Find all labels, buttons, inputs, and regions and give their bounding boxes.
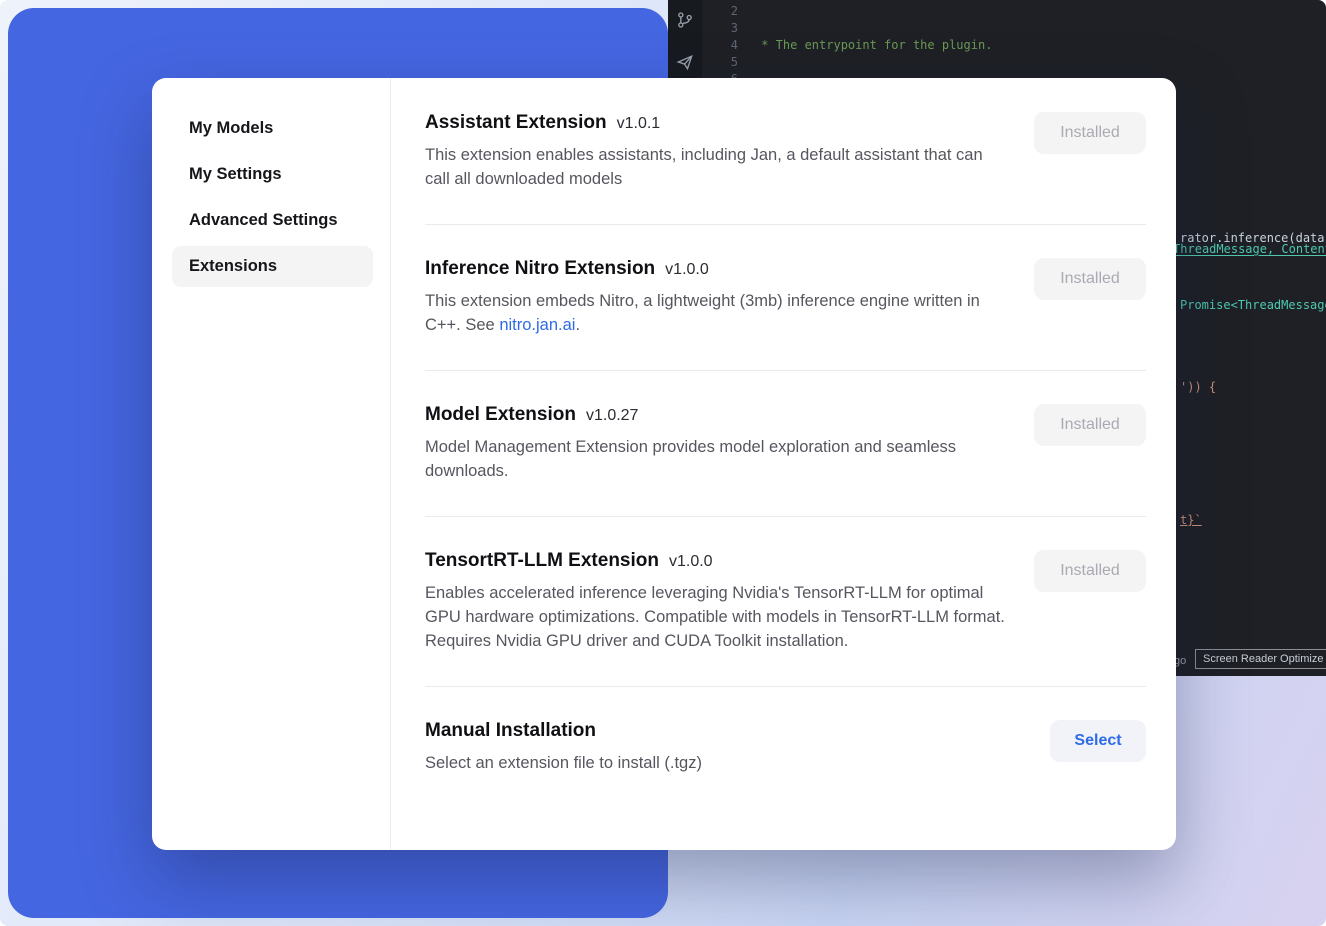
extensions-list: Assistant Extension v1.0.1 This extension… <box>391 78 1176 850</box>
code-fragment: Promise<ThreadMessage> <box>1180 297 1326 313</box>
settings-modal: My Models My Settings Advanced Settings … <box>152 78 1176 850</box>
extension-title: Inference Nitro Extension <box>425 258 655 279</box>
extension-description: Model Management Extension provides mode… <box>425 435 1010 483</box>
extension-description: Select an extension file to install (.tg… <box>425 751 702 775</box>
sidebar-item-advanced-settings[interactable]: Advanced Settings <box>172 200 373 241</box>
sidebar-item-my-models[interactable]: My Models <box>172 108 373 149</box>
sidebar-item-my-settings[interactable]: My Settings <box>172 154 373 195</box>
extension-description: This extension enables assistants, inclu… <box>425 143 1010 191</box>
extension-item-assistant: Assistant Extension v1.0.1 This extension… <box>425 112 1146 224</box>
extension-description: This extension embeds Nitro, a lightweig… <box>425 289 1010 337</box>
line-number: 3 <box>712 20 738 37</box>
sidebar-item-extensions[interactable]: Extensions <box>172 246 373 287</box>
source-control-icon[interactable] <box>675 10 695 30</box>
description-text: . <box>575 316 580 334</box>
installed-button[interactable]: Installed <box>1034 112 1146 154</box>
line-number: 4 <box>712 37 738 54</box>
screen-reader-status[interactable]: Screen Reader Optimize <box>1195 649 1326 669</box>
installed-button[interactable]: Installed <box>1034 550 1146 592</box>
extension-info: Inference Nitro Extension v1.0.0 This ext… <box>425 258 1010 337</box>
extension-title: Manual Installation <box>425 720 596 741</box>
nitro-link[interactable]: nitro.jan.ai <box>499 316 575 334</box>
extension-item-nitro: Inference Nitro Extension v1.0.0 This ext… <box>425 224 1146 370</box>
desktop-background: 2 3 4 5 6 * The entrypoint for the plugi… <box>0 0 1326 926</box>
code-fragment: t}` <box>1180 512 1202 528</box>
installed-button[interactable]: Installed <box>1034 258 1146 300</box>
send-icon[interactable] <box>675 52 695 72</box>
line-number: 2 <box>712 3 738 20</box>
settings-sidebar: My Models My Settings Advanced Settings … <box>152 78 391 850</box>
extension-info: Assistant Extension v1.0.1 This extension… <box>425 112 1010 191</box>
extension-item-model: Model Extension v1.0.27 Model Management … <box>425 370 1146 516</box>
extension-info: TensortRT-LLM Extension v1.0.0 Enables ac… <box>425 550 1010 653</box>
extension-title: Assistant Extension <box>425 112 607 133</box>
extension-item-manual-install: Manual Installation Select an extension … <box>425 686 1146 808</box>
extension-version: v1.0.0 <box>665 261 709 278</box>
installed-button[interactable]: Installed <box>1034 404 1146 446</box>
extension-item-tensorrt: TensortRT-LLM Extension v1.0.0 Enables ac… <box>425 516 1146 686</box>
select-button[interactable]: Select <box>1050 720 1146 762</box>
extension-version: v1.0.0 <box>669 553 713 570</box>
line-number: 5 <box>712 54 738 71</box>
code-line: * The entrypoint for the plugin. <box>754 37 1326 54</box>
extension-info: Manual Installation Select an extension … <box>425 720 702 775</box>
extension-info: Model Extension v1.0.27 Model Management … <box>425 404 1010 483</box>
extension-description: Enables accelerated inference leveraging… <box>425 581 1010 653</box>
extension-title: Model Extension <box>425 404 576 425</box>
code-fragment: rator.inference(data)); <box>1180 230 1326 246</box>
extension-version: v1.0.27 <box>586 407 638 424</box>
code-fragment: ')) { <box>1180 379 1216 395</box>
line-number-gutter: 2 3 4 5 6 <box>712 3 738 88</box>
extension-title: TensortRT-LLM Extension <box>425 550 659 571</box>
extension-version: v1.0.1 <box>617 115 661 132</box>
